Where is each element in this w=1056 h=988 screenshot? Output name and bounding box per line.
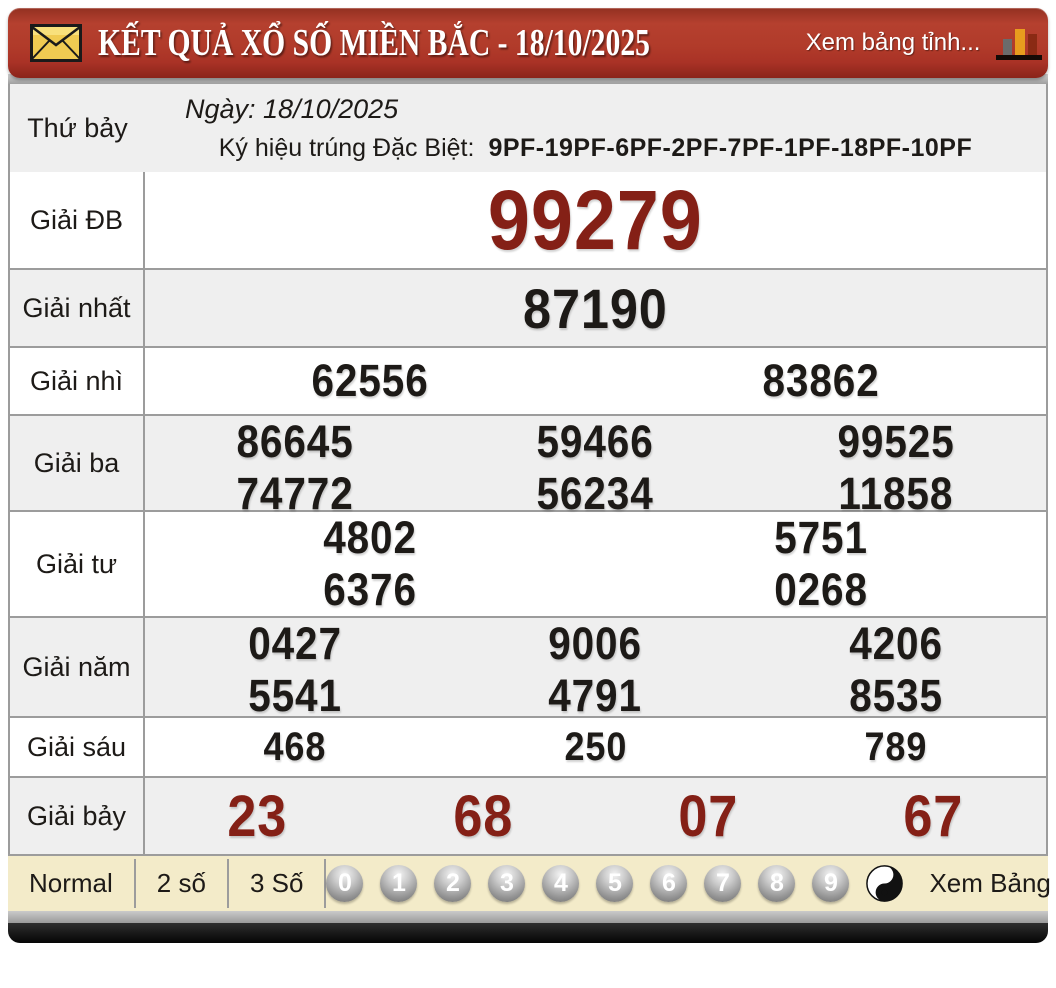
digit-balls: 0123456789: [326, 865, 850, 902]
prize-number: 99279: [488, 173, 703, 267]
prize-number: 4206: [848, 618, 943, 669]
digit-ball[interactable]: 1: [380, 865, 418, 902]
digit-ball[interactable]: 8: [758, 865, 796, 902]
prize-number: 62556: [311, 355, 429, 406]
province-table-link[interactable]: Xem bảng tỉnh...: [806, 29, 981, 57]
prize-number: 56234: [536, 468, 655, 519]
prize-number: 07: [678, 783, 739, 849]
prize-row: Giải ba 86645 59466 99525 74772 56234 11858: [10, 414, 1046, 519]
prize-number: 250: [564, 724, 627, 769]
prize-number: 8535: [848, 670, 943, 721]
digit-filter-group: 0123456789: [326, 856, 904, 911]
prize-number: 5751: [773, 512, 868, 563]
digit-ball[interactable]: 3: [488, 865, 526, 902]
prize-number: 468: [263, 724, 327, 769]
mode-button[interactable]: 3 Số: [229, 856, 325, 911]
prize-number: 0427: [248, 618, 343, 669]
prize-number: 87190: [523, 276, 668, 340]
digit-ball[interactable]: 0: [326, 865, 364, 902]
prize-row: Giải năm 0427 9006 4206 5541 4791 8535: [10, 616, 1046, 721]
prize-number: 6376: [323, 564, 418, 615]
footer-toolbar: Normal2 số3 Số 0123456789 Xem Bảng Loto: [8, 854, 1056, 911]
digit-ball[interactable]: 6: [650, 865, 688, 902]
digit-ball[interactable]: 5: [596, 865, 634, 902]
prize-row: Giải ĐB 99279: [10, 172, 1046, 268]
prize-number: 4791: [548, 670, 643, 721]
prize-number: 99525: [837, 416, 955, 467]
prize-row: Giải nhất 87190: [10, 268, 1046, 346]
prize-label: Giải nhất: [10, 270, 145, 346]
weekday-label: Thứ bảy: [27, 112, 128, 143]
digit-ball[interactable]: 4: [542, 865, 580, 902]
prize-row: Giải bảy 23 68 07 67: [10, 776, 1046, 854]
bottom-gray-band: [8, 911, 1048, 923]
prize-number: 5541: [248, 670, 343, 721]
prize-row: Giải nhì 62556 83862: [10, 346, 1046, 414]
mode-button[interactable]: 2 số: [136, 856, 227, 911]
prize-number: 67: [903, 783, 964, 849]
prize-row: Giải sáu 468 250 789: [10, 716, 1046, 776]
special-symbol-label: Ký hiệu trúng Đặc Biệt:: [218, 134, 475, 162]
draw-info-row: Thứ bảy Ngày: 18/10/2025 Ký hiệu trúng Đ…: [10, 84, 1046, 172]
prize-number: 83862: [762, 355, 880, 406]
yin-yang-icon[interactable]: [866, 865, 904, 902]
view-mode-group: Normal 2 số 3 Số: [8, 856, 327, 911]
prize-label: Giải sáu: [10, 718, 145, 776]
prize-rows: Giải ĐB 99279 Giải nhất 87190 Giải nhì 62556 8…: [10, 172, 1046, 854]
loto-table-link[interactable]: Xem Bảng Loto: [903, 856, 1056, 911]
envelope-icon: [30, 24, 82, 62]
prize-label: Giải nhì: [10, 348, 145, 414]
mode-button[interactable]: Normal: [8, 856, 134, 911]
digit-ball[interactable]: 2: [434, 865, 472, 902]
prize-label: Giải ĐB: [10, 172, 145, 268]
digit-ball[interactable]: 9: [812, 865, 850, 902]
prize-label: Giải tư: [10, 512, 145, 616]
bar-chart-icon[interactable]: [994, 22, 1050, 64]
draw-date: Ngày: 18/10/2025: [185, 94, 399, 124]
prize-label: Giải ba: [10, 416, 145, 510]
special-symbol-value: 9PF-19PF-6PF-2PF-7PF-1PF-18PF-10PF: [488, 134, 973, 162]
prize-number: 0268: [773, 564, 868, 615]
digit-ball[interactable]: 7: [704, 865, 742, 902]
prize-label: Giải bảy: [10, 778, 145, 854]
draw-info: Ngày: 18/10/2025 Ký hiệu trúng Đặc Biệt:…: [145, 84, 1046, 172]
prize-number: 23: [227, 783, 288, 849]
prize-number: 59466: [536, 416, 655, 467]
bottom-black-band: [8, 923, 1048, 943]
lottery-results-widget: KẾT QUẢ XỔ SỐ MIỀN BẮC - 18/10/2025 Xem …: [8, 8, 1056, 943]
prize-number: 4802: [323, 512, 418, 563]
page-title: KẾT QUẢ XỔ SỐ MIỀN BẮC - 18/10/2025: [98, 22, 650, 64]
prize-number: 789: [864, 724, 928, 769]
prize-row: Giải tư 4802 5751 6376 0268: [10, 510, 1046, 616]
prize-label: Giải năm: [10, 618, 145, 716]
prize-number: 86645: [236, 416, 354, 467]
prize-number: 68: [452, 783, 513, 849]
results-table: Thứ bảy Ngày: 18/10/2025 Ký hiệu trúng Đ…: [8, 84, 1048, 854]
prize-number: 9006: [548, 618, 643, 669]
header-bar: KẾT QUẢ XỔ SỐ MIỀN BẮC - 18/10/2025 Xem …: [8, 8, 1048, 78]
